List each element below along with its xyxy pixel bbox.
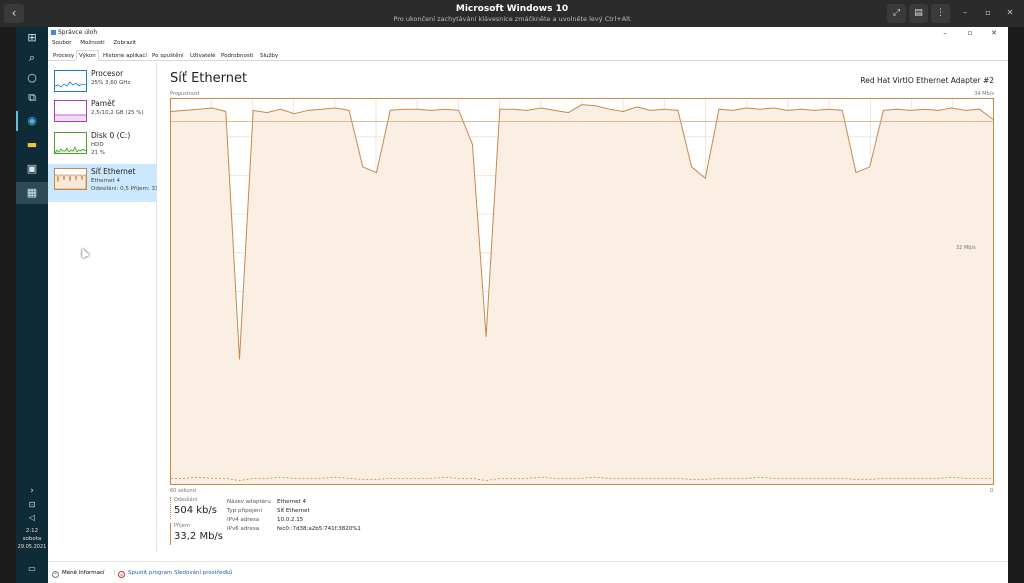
tab-uzivatele[interactable]: Uživatelé [187, 50, 219, 61]
tab-sluzby[interactable]: Služby [257, 50, 281, 61]
fullscreen-icon[interactable]: ⤢ [887, 4, 906, 23]
max-scale-label: 34 Mb/s [974, 91, 994, 97]
separator: | [114, 570, 116, 576]
receive-label: Příjem [174, 523, 190, 529]
detail-value: fec0::7d38:a2b5:741f:3820%1 [277, 526, 361, 532]
menu-soubor[interactable]: Soubor [52, 40, 71, 46]
detail-key: Název adaptéru [227, 499, 271, 505]
page-title: Síť Ethernet [170, 71, 248, 86]
minimize-icon[interactable]: – [938, 27, 952, 39]
tab-strip: Procesy Výkon Historie aplikací Po spušt… [48, 50, 1008, 61]
detail-row: IPv6 adresa fec0::7d38:a2b5:741f:3820%1 [227, 526, 361, 532]
tab-historie[interactable]: Historie aplikací [100, 50, 150, 61]
ethernet-thumbnail [54, 168, 87, 190]
store-icon[interactable]: ▣ [16, 158, 48, 180]
windows-start-icon[interactable]: ⊞ [16, 27, 48, 49]
resource-detail: 2,5/10,2 GB (25 %) [91, 110, 144, 116]
task-manager-app-icon [51, 30, 56, 35]
disk-thumbnail [54, 132, 87, 154]
host-subtitle: Pro ukončení zachytávání klávesnice zmáč… [393, 15, 631, 23]
resource-monitor-link[interactable]: ⊘ Spustit program Sledování prostředků [118, 570, 232, 578]
maximize-icon[interactable]: ▫ [963, 27, 977, 39]
resource-list: Procesor 25% 3,60 GHz Paměť 2,5/10,2 GB … [48, 62, 157, 552]
memory-thumbnail [54, 100, 87, 122]
task-view-icon[interactable]: ⧉ [16, 87, 48, 109]
throughput-graph [170, 98, 994, 485]
more-icon[interactable]: ⋮ [931, 4, 950, 23]
chevron-up-icon: ^ [52, 571, 59, 578]
detail-row: Název adaptéru Ethernet 4 [227, 499, 306, 505]
host-titlebar: ‹ Microsoft Windows 10 Pro ukončení zach… [0, 0, 1024, 27]
footer: ^ Méně informací | ⊘ Spustit program Sledo… [48, 561, 1008, 583]
fewer-details-button[interactable]: ^ Méně informací [52, 570, 105, 578]
notification-icon[interactable]: ▭ [16, 558, 48, 580]
tab-podrobnosti[interactable]: Podrobnosti [218, 50, 256, 61]
resource-detail: 25% 3,60 GHz [91, 80, 131, 86]
adapter-name: Red Hat VirtIO Ethernet Adapter #2 [860, 76, 994, 85]
fewer-details-label: Méně informací [62, 570, 105, 576]
tab-procesy[interactable]: Procesy [50, 50, 77, 61]
resource-name: Disk 0 (C:) [91, 131, 131, 140]
resource-detail-2: Odesílání: 0,5 Příjem: 33 [91, 186, 157, 192]
taskbar: ⊞ ⌕ ○ ⧉ ◉ ▬ ▣ ▦ › ⊡ ◁ 2:12 sobota 29.05.… [16, 27, 48, 583]
send-value: 504 kb/s [174, 505, 217, 516]
close-icon[interactable]: ✕ [987, 27, 1001, 39]
resource-detail: Ethernet 4 [91, 178, 120, 184]
resource-ethernet[interactable]: Síť Ethernet Ethernet 4 Odesílání: 0,5 P… [48, 164, 157, 202]
detail-value: Síť Ethernet [277, 508, 310, 514]
detail-key: Typ připojení [227, 508, 263, 514]
resource-name: Procesor [91, 69, 124, 78]
clock-date[interactable]: 29.05.2021 [16, 544, 48, 551]
resource-disk[interactable]: Disk 0 (C:) HDD 21 % [48, 128, 157, 166]
clock-day[interactable]: sobota [16, 536, 48, 543]
file-explorer-icon[interactable]: ▬ [16, 134, 48, 156]
window-titlebar: Správce úloh – ▫ ✕ [48, 27, 1008, 39]
restore-host-icon[interactable]: ▫ [981, 6, 995, 20]
throughput-label: Propustnost [170, 91, 200, 97]
detail-row: Typ připojení Síť Ethernet [227, 508, 310, 514]
send-label: Odesílání [174, 497, 198, 503]
detail-key: IPv6 adresa [227, 526, 260, 532]
keyboard-icon[interactable]: ▤ [909, 4, 928, 23]
detail-row: IPv4 adresa 10.0.2.15 [227, 517, 303, 523]
cortana-icon[interactable]: ○ [16, 67, 48, 89]
send-stat: Odesílání 504 kb/s [170, 497, 222, 519]
tab-po-spusteni[interactable]: Po spuštění [149, 50, 187, 61]
menu-bar: Soubor Možnosti Zobrazit [52, 40, 143, 46]
edge-icon[interactable]: ◉ [16, 110, 48, 132]
resource-monitor-icon: ⊘ [118, 571, 125, 578]
x-axis-right-label: 0 [990, 488, 994, 494]
mid-scale-label: 32 Mb/s [956, 245, 976, 251]
clock-time[interactable]: 2:12 [16, 528, 48, 535]
resource-detail: HDD [91, 142, 104, 148]
volume-icon[interactable]: ◁ [16, 507, 48, 529]
resource-detail-2: 21 % [91, 150, 105, 156]
resource-name: Paměť [91, 99, 115, 108]
x-axis-left-label: 60 sekund [170, 488, 196, 494]
task-manager-window: Správce úloh – ▫ ✕ Soubor Možnosti Zobra… [48, 27, 1008, 583]
menu-moznosti[interactable]: Možnosti [80, 40, 104, 46]
cpu-thumbnail [54, 70, 87, 92]
window-title: Správce úloh [58, 29, 98, 36]
detail-key: IPv4 adresa [227, 517, 260, 523]
detail-value: 10.0.2.15 [277, 517, 304, 523]
menu-zobrazit[interactable]: Zobrazit [113, 40, 136, 46]
receive-stat: Příjem 33,2 Mb/s [170, 523, 223, 545]
active-indicator [16, 111, 18, 131]
receive-value: 33,2 Mb/s [174, 531, 223, 542]
minimize-host-icon[interactable]: – [958, 6, 972, 20]
resource-name: Síť Ethernet [91, 167, 136, 176]
search-icon[interactable]: ⌕ [16, 47, 48, 69]
task-manager-icon[interactable]: ▦ [16, 182, 48, 204]
resource-monitor-label: Spustit program Sledování prostředků [128, 570, 233, 576]
detail-value: Ethernet 4 [277, 499, 306, 505]
close-host-icon[interactable]: ✕ [1003, 6, 1017, 20]
tab-vykon[interactable]: Výkon [76, 50, 99, 61]
host-title: Microsoft Windows 10 [455, 4, 569, 14]
